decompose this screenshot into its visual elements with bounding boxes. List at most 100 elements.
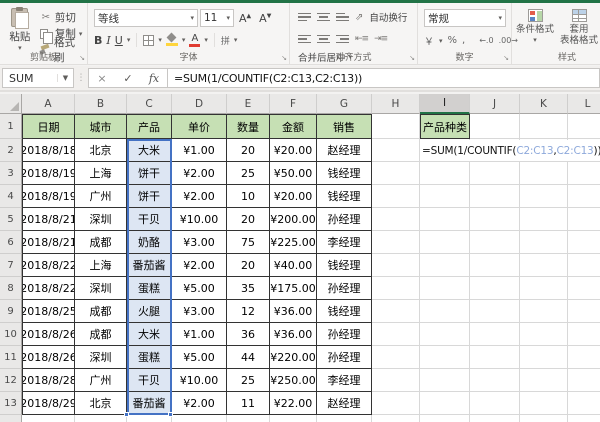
cell-E13[interactable]: 11 bbox=[227, 392, 270, 415]
cell-E2[interactable]: 20 bbox=[227, 139, 270, 162]
row-header-6[interactable]: 6 bbox=[0, 231, 22, 254]
cell-D12[interactable]: ¥10.00 bbox=[172, 369, 227, 392]
cell-I6[interactable] bbox=[420, 231, 470, 254]
cell-E11[interactable]: 44 bbox=[227, 346, 270, 369]
cell-I9[interactable] bbox=[420, 300, 470, 323]
cell-K1[interactable] bbox=[520, 114, 568, 139]
cell-D9[interactable]: ¥3.00 bbox=[172, 300, 227, 323]
cell-H9[interactable] bbox=[372, 300, 420, 323]
cell-K13[interactable] bbox=[520, 392, 568, 415]
cell-I8[interactable] bbox=[420, 277, 470, 300]
cell-A9[interactable]: 2018/8/25 bbox=[22, 300, 75, 323]
bottom-align-button[interactable] bbox=[336, 12, 349, 22]
cell-I11[interactable] bbox=[420, 346, 470, 369]
cell-F9[interactable]: ¥36.00 bbox=[270, 300, 317, 323]
orientation-button[interactable]: ⇗ bbox=[355, 12, 363, 23]
cell-G14[interactable] bbox=[317, 415, 372, 422]
cell-C6[interactable]: 奶酪 bbox=[127, 231, 172, 254]
cell-E4[interactable]: 10 bbox=[227, 185, 270, 208]
cell-F11[interactable]: ¥220.00 bbox=[270, 346, 317, 369]
fill-color-button[interactable] bbox=[165, 34, 178, 46]
cell-E9[interactable]: 12 bbox=[227, 300, 270, 323]
cell-H5[interactable] bbox=[372, 208, 420, 231]
middle-align-button[interactable] bbox=[317, 12, 330, 22]
cell-I7[interactable] bbox=[420, 254, 470, 277]
cell-J13[interactable] bbox=[470, 392, 520, 415]
cell-G6[interactable]: 李经理 bbox=[317, 231, 372, 254]
cell-H4[interactable] bbox=[372, 185, 420, 208]
cell-D8[interactable]: ¥5.00 bbox=[172, 277, 227, 300]
cell-L11[interactable] bbox=[568, 346, 600, 369]
cell-E3[interactable]: 25 bbox=[227, 162, 270, 185]
cell-C2[interactable]: 大米 bbox=[127, 139, 172, 162]
cell-A1[interactable]: 日期 bbox=[22, 114, 75, 139]
enter-button[interactable]: ✓ bbox=[115, 72, 141, 85]
font-color-button[interactable]: A bbox=[189, 33, 201, 47]
cell-E12[interactable]: 25 bbox=[227, 369, 270, 392]
cell-D5[interactable]: ¥10.00 bbox=[172, 208, 227, 231]
cell-J7[interactable] bbox=[470, 254, 520, 277]
cell-L4[interactable] bbox=[568, 185, 600, 208]
cell-B5[interactable]: 深圳 bbox=[75, 208, 127, 231]
percent-format-button[interactable]: % bbox=[448, 35, 458, 46]
column-header-G[interactable]: G bbox=[317, 94, 372, 114]
row-header-13[interactable]: 13 bbox=[0, 392, 22, 415]
cell-C8[interactable]: 蛋糕 bbox=[127, 277, 172, 300]
cell-G5[interactable]: 孙经理 bbox=[317, 208, 372, 231]
cell-L14[interactable] bbox=[568, 415, 600, 422]
cell-D13[interactable]: ¥2.00 bbox=[172, 392, 227, 415]
column-header-J[interactable]: J bbox=[470, 94, 520, 114]
cell-K14[interactable] bbox=[520, 415, 568, 422]
cell-B9[interactable]: 成都 bbox=[75, 300, 127, 323]
font-name-select[interactable]: 等线 ▾ bbox=[94, 9, 198, 27]
cell-C12[interactable]: 干贝 bbox=[127, 369, 172, 392]
paste-button[interactable]: 粘贴 ▾ bbox=[6, 7, 34, 52]
cell-G9[interactable]: 钱经理 bbox=[317, 300, 372, 323]
cell-G2[interactable]: 赵经理 bbox=[317, 139, 372, 162]
row-header-1[interactable]: 1 bbox=[0, 114, 22, 139]
formula-bar-grip[interactable]: ⋮ bbox=[74, 73, 88, 83]
cell-L9[interactable] bbox=[568, 300, 600, 323]
cell-D3[interactable]: ¥2.00 bbox=[172, 162, 227, 185]
cell-F8[interactable]: ¥175.00 bbox=[270, 277, 317, 300]
cell-C13[interactable]: 番茄酱 bbox=[127, 392, 172, 415]
cell-H13[interactable] bbox=[372, 392, 420, 415]
cell-D4[interactable]: ¥2.00 bbox=[172, 185, 227, 208]
cell-D7[interactable]: ¥2.00 bbox=[172, 254, 227, 277]
cell-A12[interactable]: 2018/8/28 bbox=[22, 369, 75, 392]
align-left-button[interactable] bbox=[298, 34, 311, 44]
cell-K5[interactable] bbox=[520, 208, 568, 231]
top-align-button[interactable] bbox=[298, 12, 311, 22]
increase-font-button[interactable]: A▲ bbox=[236, 12, 254, 25]
decrease-font-button[interactable]: A▼ bbox=[256, 12, 274, 25]
alignment-dialog-launcher[interactable]: ↘ bbox=[409, 54, 415, 62]
cell-B8[interactable]: 深圳 bbox=[75, 277, 127, 300]
cell-E7[interactable]: 20 bbox=[227, 254, 270, 277]
column-header-A[interactable]: A bbox=[22, 94, 75, 114]
cell-L1[interactable] bbox=[568, 114, 600, 139]
cell-A3[interactable]: 2018/8/19 bbox=[22, 162, 75, 185]
cut-button[interactable]: ✂ 剪切 bbox=[40, 10, 83, 25]
row-header-14[interactable]: 14 bbox=[0, 415, 22, 422]
column-header-F[interactable]: F bbox=[270, 94, 317, 114]
cell-I12[interactable] bbox=[420, 369, 470, 392]
cell-A14[interactable] bbox=[22, 415, 75, 422]
cell-C14[interactable] bbox=[127, 415, 172, 422]
cell-I10[interactable] bbox=[420, 323, 470, 346]
align-center-button[interactable] bbox=[317, 34, 330, 44]
cell-D10[interactable]: ¥1.00 bbox=[172, 323, 227, 346]
cell-I1[interactable]: 产品种类 bbox=[420, 114, 470, 139]
cell-I13[interactable] bbox=[420, 392, 470, 415]
phonetic-guide-button[interactable]: 拼 bbox=[221, 34, 230, 47]
row-header-3[interactable]: 3 bbox=[0, 162, 22, 185]
cell-C4[interactable]: 饼干 bbox=[127, 185, 172, 208]
fill-handle[interactable] bbox=[124, 412, 129, 417]
cell-A11[interactable]: 2018/8/26 bbox=[22, 346, 75, 369]
column-header-H[interactable]: H bbox=[372, 94, 420, 114]
number-dialog-launcher[interactable]: ↘ bbox=[503, 54, 509, 62]
cancel-button[interactable]: × bbox=[89, 72, 115, 85]
cell-H7[interactable] bbox=[372, 254, 420, 277]
cell-K6[interactable] bbox=[520, 231, 568, 254]
cell-J1[interactable] bbox=[470, 114, 520, 139]
cell-C11[interactable]: 蛋糕 bbox=[127, 346, 172, 369]
